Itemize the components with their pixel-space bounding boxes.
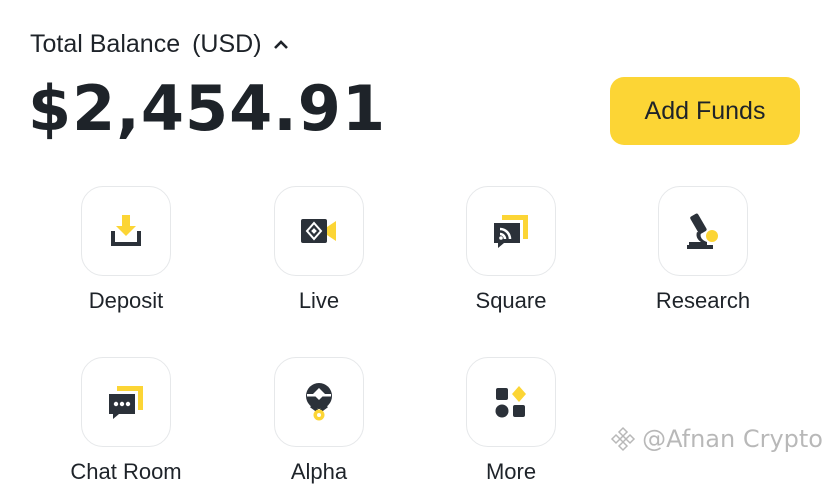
shortcut-label: More: [485, 459, 537, 484]
balance-label: Total Balance: [30, 30, 181, 58]
shortcut-research[interactable]: Research: [613, 186, 793, 314]
shortcut-label: Live: [298, 288, 340, 313]
shortcut-label: Deposit: [88, 288, 164, 313]
add-funds-button[interactable]: Add Funds: [610, 77, 800, 145]
square-icon: [494, 215, 528, 248]
currency-label: (USD): [192, 30, 262, 58]
shortcut-deposit[interactable]: Deposit: [36, 186, 216, 314]
watermark: @Afnan Crypto: [610, 425, 823, 453]
shortcut-label: Research: [655, 288, 751, 313]
more-icon: [495, 386, 526, 418]
balance-amount: $2,454.91: [28, 72, 387, 145]
shortcut-alpha[interactable]: Alpha: [229, 357, 409, 485]
shortcut-label: Alpha: [290, 459, 348, 484]
live-icon: [301, 219, 336, 243]
research-icon: [687, 213, 718, 249]
deposit-icon: [111, 215, 141, 246]
shortcut-label: Chat Room: [70, 459, 182, 484]
shortcut-square[interactable]: Square: [421, 186, 601, 314]
binance-logo-icon: [611, 426, 636, 452]
alpha-icon: [306, 383, 332, 421]
shortcut-chat-room[interactable]: Chat Room: [36, 357, 216, 485]
shortcut-live[interactable]: Live: [229, 186, 409, 314]
shortcut-more[interactable]: More: [421, 357, 601, 485]
shortcut-label: Square: [475, 288, 547, 313]
balance-header[interactable]: Total Balance (USD): [30, 30, 290, 59]
chat-icon: [109, 386, 143, 419]
watermark-text: @Afnan Crypto: [642, 425, 823, 453]
chevron-up-icon[interactable]: [272, 36, 290, 54]
